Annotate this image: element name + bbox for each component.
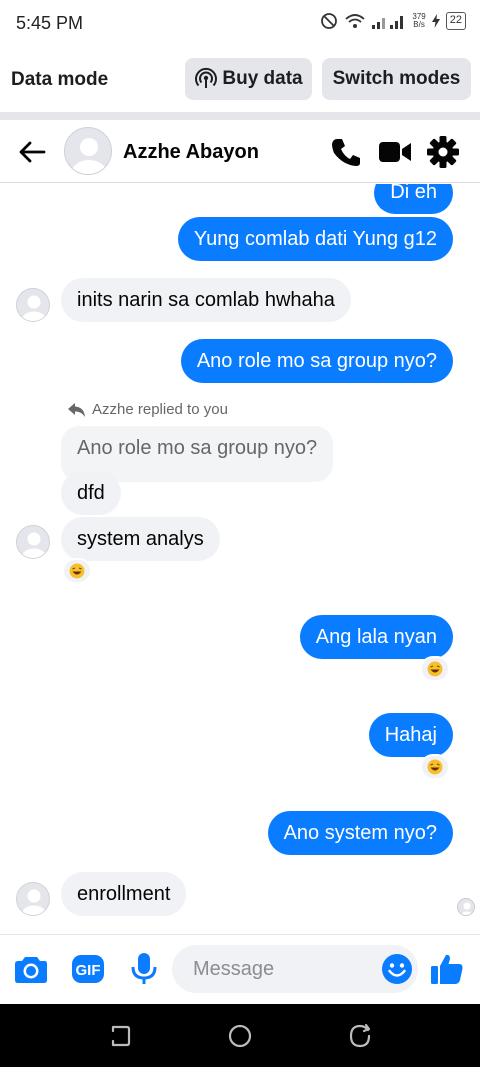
contact-name[interactable]: Azzhe Abayon (123, 141, 259, 164)
signal-icon (372, 16, 404, 29)
incoming-message[interactable]: inits narin sa comlab hwhaha (61, 278, 351, 322)
network-speed: 379 B/s (412, 13, 425, 29)
sender-avatar (16, 882, 50, 916)
gear-icon[interactable] (426, 136, 460, 168)
outgoing-message[interactable]: Ano role mo sa group nyo? (180, 339, 453, 383)
outgoing-message[interactable]: Ano system nyo? (267, 811, 453, 855)
back-arrow-icon[interactable] (16, 136, 48, 168)
outgoing-message[interactable]: Di eh (374, 184, 453, 214)
back-nav-icon[interactable] (346, 1022, 374, 1050)
home-icon[interactable] (226, 1022, 254, 1050)
message-composer: GIF (0, 934, 480, 1004)
incoming-message[interactable]: system analys (61, 517, 220, 561)
outgoing-message[interactable]: Yung comlab dati Yung g12 (177, 217, 453, 261)
laugh-reaction-icon[interactable] (62, 558, 92, 584)
camera-icon[interactable] (14, 952, 48, 986)
video-icon[interactable] (378, 136, 412, 168)
status-icons: 379 B/s 22 (320, 12, 466, 30)
reply-icon (68, 402, 85, 417)
status-time: 5:45 PM (16, 13, 84, 33)
data-mode-bar: Data mode Buy data Switch modes (0, 48, 480, 112)
message-list[interactable]: Di eh Yung comlab dati Yung g12 inits na… (0, 184, 480, 934)
outgoing-message[interactable]: Hahaj (368, 713, 453, 757)
buy-data-label: Buy data (222, 68, 303, 89)
seen-indicator-avatar (457, 898, 475, 916)
recent-apps-icon[interactable] (106, 1022, 134, 1050)
chat-header: Azzhe Abayon (0, 120, 480, 183)
gif-icon[interactable]: GIF (71, 952, 105, 986)
status-bar: 5:45 PM 379 B/s 22 (0, 0, 480, 48)
broadcast-icon (195, 67, 218, 88)
switch-modes-label: Switch modes (332, 68, 461, 89)
section-divider (0, 112, 480, 120)
battery-indicator: 22 (445, 12, 466, 30)
laugh-reaction-icon[interactable] (420, 754, 450, 780)
microphone-icon[interactable] (127, 952, 161, 986)
network-speed-unit: B/s (413, 20, 425, 29)
outgoing-message[interactable]: Ang lala nyan (299, 615, 453, 659)
sender-avatar (16, 525, 50, 559)
switch-modes-button[interactable]: Switch modes (322, 58, 471, 100)
do-not-disturb-icon (321, 13, 338, 29)
incoming-message[interactable]: dfd (61, 471, 121, 515)
laugh-reaction-icon[interactable] (420, 656, 450, 682)
reply-note-text: Azzhe replied to you (92, 401, 228, 418)
gif-label: GIF (76, 962, 101, 979)
phone-icon[interactable] (330, 136, 364, 168)
system-navigation-bar (0, 1004, 480, 1067)
emoji-icon[interactable] (381, 953, 413, 985)
thumbs-up-icon[interactable] (430, 952, 464, 986)
sender-avatar (16, 288, 50, 322)
wifi-icon (345, 14, 365, 28)
reply-indicator: Azzhe replied to you (68, 401, 228, 418)
buy-data-button[interactable]: Buy data (185, 58, 312, 100)
incoming-message[interactable]: enrollment (61, 872, 187, 916)
contact-avatar[interactable] (64, 127, 112, 175)
data-mode-title: Data mode (11, 69, 109, 90)
charging-icon (431, 14, 440, 28)
